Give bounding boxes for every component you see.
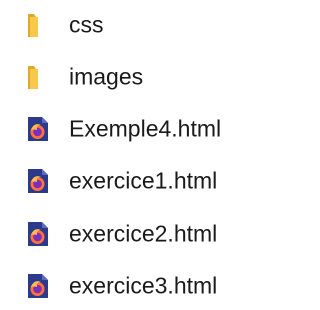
file-row-exercice1[interactable]: exercice1.html	[0, 159, 270, 203]
folder-icon	[25, 63, 51, 91]
folder-icon	[25, 11, 51, 39]
file-name: css	[69, 11, 104, 38]
file-row-exercice3[interactable]: exercice3.html	[0, 264, 270, 308]
file-row-exercice2[interactable]: exercice2.html	[0, 212, 270, 256]
file-row-images[interactable]: images	[0, 55, 270, 99]
file-name: Exemple4.html	[69, 115, 222, 142]
file-name: exercice3.html	[69, 272, 218, 299]
file-row-css[interactable]: css	[0, 3, 270, 47]
file-row-exemple4[interactable]: Exemple4.html	[0, 107, 270, 151]
file-name: images	[69, 63, 144, 90]
file-name: exercice1.html	[69, 167, 218, 194]
file-name: exercice2.html	[69, 220, 218, 247]
file-list: css images Exemple4.html exercice1.html …	[0, 0, 270, 310]
firefox-html-file-icon	[25, 272, 51, 300]
firefox-html-file-icon	[25, 167, 51, 195]
firefox-html-file-icon	[25, 220, 51, 248]
firefox-html-file-icon	[25, 115, 51, 143]
